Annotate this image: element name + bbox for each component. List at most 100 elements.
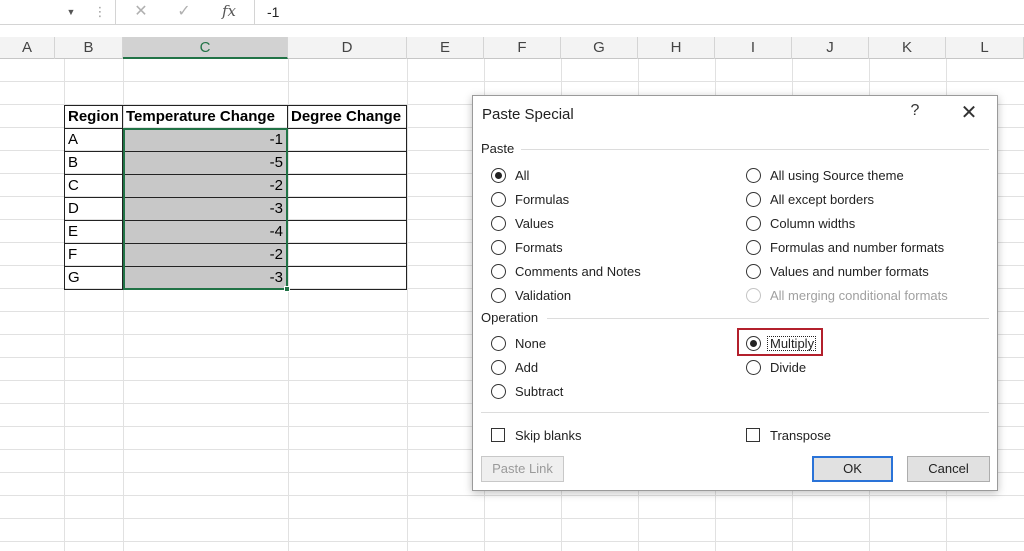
option-label: Skip blanks [515,427,582,443]
header-temperature-change[interactable]: Temperature Change [123,106,288,129]
temperature-cell[interactable]: -4 [123,221,288,244]
paste-special-dialog: Paste Special ? ✕ Paste All Formulas Val… [472,95,998,491]
chevron-down-icon[interactable]: ▼ [60,3,82,21]
operation-group-label: Operation [481,310,539,325]
column-header-i[interactable]: I [715,37,792,59]
group-divider [547,318,989,319]
radio-button[interactable] [491,359,506,375]
temperature-cell[interactable]: -5 [123,152,288,175]
checkbox[interactable] [746,428,760,442]
help-icon[interactable]: ? [905,102,925,124]
temperature-cell[interactable]: -2 [123,244,288,267]
option-label: Formulas and number formats [770,239,945,255]
radio-button[interactable] [491,287,506,303]
paste-option-all-using-source-theme[interactable]: All using Source theme [746,165,904,185]
radio-button[interactable] [491,383,506,399]
focus-indicator [767,336,816,351]
operation-option-add[interactable]: Add [491,357,538,377]
column-header-a[interactable]: A [0,37,55,59]
operation-option-subtract[interactable]: Subtract [491,381,563,401]
column-header-j[interactable]: J [792,37,869,59]
radio-button[interactable] [746,239,761,255]
column-header-l[interactable]: L [946,37,1024,59]
radio-button[interactable] [491,263,506,279]
degree-cell[interactable] [288,198,407,221]
header-degree-change[interactable]: Degree Change [288,106,407,129]
paste-link-button: Paste Link [481,456,564,482]
header-region[interactable]: Region [65,106,123,129]
column-header-g[interactable]: G [561,37,638,59]
more-options-icon[interactable]: ⋮ [93,2,107,22]
skip-blanks-checkbox[interactable]: Skip blanks [491,425,581,445]
temperature-cell[interactable]: -3 [123,198,288,221]
option-label: Values [515,215,554,231]
paste-option-all-except-borders[interactable]: All except borders [746,189,874,209]
radio-button[interactable] [746,215,761,231]
paste-option-formats[interactable]: Formats [491,237,563,257]
insert-function-icon[interactable]: fx [216,0,242,24]
degree-cell[interactable] [288,175,407,198]
option-label: Comments and Notes [515,263,641,279]
paste-option-all[interactable]: All [491,165,529,185]
column-headers: A B C D E F G H I J K L [0,37,1024,59]
cancel-button[interactable]: Cancel [907,456,990,482]
ok-button[interactable]: OK [812,456,893,482]
paste-option-values[interactable]: Values [491,213,554,233]
fill-handle[interactable] [284,286,290,292]
radio-button [746,287,761,303]
radio-button[interactable] [491,239,506,255]
paste-option-values-and-number-formats[interactable]: Values and number formats [746,261,929,281]
cancel-entry-icon[interactable]: ✕ [130,0,152,24]
column-header-d[interactable]: D [288,37,407,59]
close-icon[interactable]: ✕ [957,102,981,124]
paste-option-formulas-and-number-formats[interactable]: Formulas and number formats [746,237,944,257]
column-header-h[interactable]: H [638,37,715,59]
radio-button[interactable] [491,167,506,183]
checkbox[interactable] [491,428,505,442]
option-label: All except borders [770,191,875,207]
temperature-cell[interactable]: -1 [123,129,288,152]
column-header-e[interactable]: E [407,37,484,59]
formula-input[interactable]: -1 [267,0,279,24]
region-cell[interactable]: A [65,129,123,152]
column-header-b[interactable]: B [55,37,123,59]
temperature-cell[interactable]: -3 [123,267,288,290]
operation-option-divide[interactable]: Divide [746,357,806,377]
radio-button[interactable] [491,215,506,231]
degree-cell[interactable] [288,267,407,290]
enter-entry-icon[interactable]: ✓ [173,0,195,24]
option-label: Column widths [770,215,856,231]
option-label: All merging conditional formats [770,287,948,303]
radio-button[interactable] [746,263,761,279]
region-cell[interactable]: G [65,267,123,290]
radio-button[interactable] [746,359,761,375]
degree-cell[interactable] [288,129,407,152]
temperature-cell[interactable]: -2 [123,175,288,198]
group-divider [521,149,989,150]
section-divider [481,412,989,413]
transpose-checkbox[interactable]: Transpose [746,425,831,445]
paste-option-column-widths[interactable]: Column widths [746,213,855,233]
region-cell[interactable]: B [65,152,123,175]
paste-option-formulas[interactable]: Formulas [491,189,569,209]
column-header-c[interactable]: C [123,37,288,59]
paste-option-validation[interactable]: Validation [491,285,571,305]
radio-button[interactable] [746,167,761,183]
region-cell[interactable]: E [65,221,123,244]
degree-cell[interactable] [288,152,407,175]
degree-cell[interactable] [288,244,407,267]
region-cell[interactable]: C [65,175,123,198]
radio-button[interactable] [491,335,506,351]
operation-option-none[interactable]: None [491,333,546,353]
region-cell[interactable]: F [65,244,123,267]
radio-button[interactable] [746,191,761,207]
paste-option-comments-and-notes[interactable]: Comments and Notes [491,261,641,281]
option-label: Formats [515,239,563,255]
region-cell[interactable]: D [65,198,123,221]
column-header-k[interactable]: K [869,37,946,59]
column-header-f[interactable]: F [484,37,561,59]
degree-cell[interactable] [288,221,407,244]
option-label: Transpose [770,427,831,443]
radio-button[interactable] [491,191,506,207]
radio-button[interactable] [746,335,761,351]
